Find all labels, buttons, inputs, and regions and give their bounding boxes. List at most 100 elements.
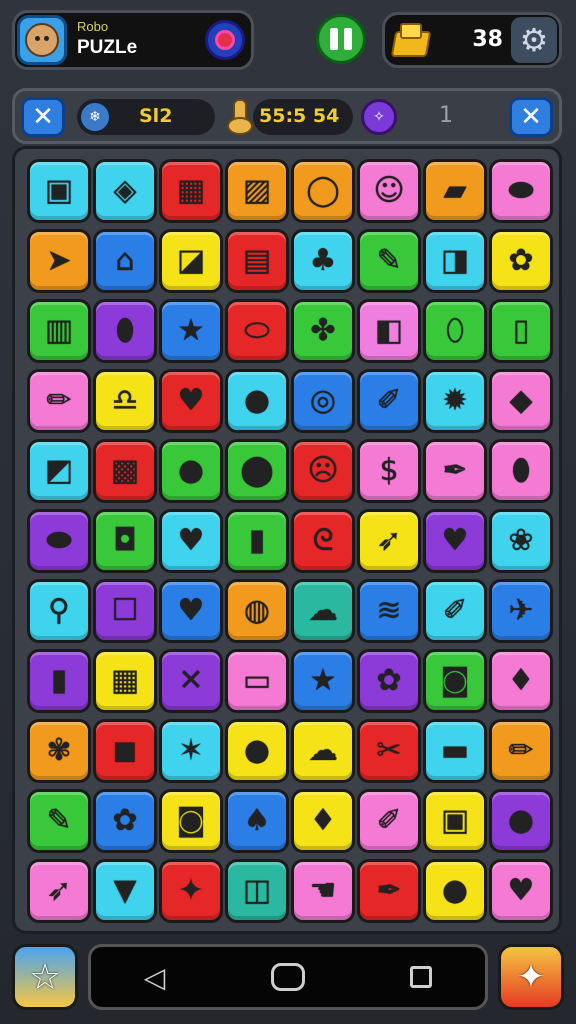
tile[interactable]: ◎: [291, 369, 355, 433]
tile[interactable]: ◈: [93, 159, 157, 223]
tile[interactable]: ★: [159, 299, 223, 363]
tile[interactable]: ➶: [27, 859, 91, 923]
tile[interactable]: ➶: [357, 509, 421, 573]
tile[interactable]: ◙: [159, 789, 223, 853]
tile[interactable]: ♥: [159, 369, 223, 433]
tile[interactable]: ◍: [225, 579, 289, 643]
tile[interactable]: ♎: [93, 369, 157, 433]
tile[interactable]: ✏: [27, 369, 91, 433]
tile[interactable]: ♦: [291, 789, 355, 853]
tile[interactable]: ♣: [291, 229, 355, 293]
tile[interactable]: ✎: [357, 229, 421, 293]
tile[interactable]: ✂: [357, 719, 421, 783]
tile[interactable]: ☁: [291, 719, 355, 783]
tile[interactable]: ▤: [225, 229, 289, 293]
tile[interactable]: ▦: [93, 649, 157, 713]
tile[interactable]: ◨: [423, 229, 487, 293]
tile[interactable]: ◼: [93, 719, 157, 783]
tile[interactable]: ✿: [489, 229, 553, 293]
tile[interactable]: ●: [423, 859, 487, 923]
tile[interactable]: ⬮: [93, 299, 157, 363]
back-icon[interactable]: ◁: [144, 961, 166, 994]
pause-button[interactable]: [316, 14, 366, 64]
tile[interactable]: ⬤: [225, 439, 289, 503]
tile[interactable]: ✒: [423, 439, 487, 503]
tile[interactable]: ✏: [489, 719, 553, 783]
tile[interactable]: ⬯: [423, 299, 487, 363]
tile[interactable]: ✕: [159, 649, 223, 713]
tile[interactable]: ▼: [93, 859, 157, 923]
tile[interactable]: ✶: [159, 719, 223, 783]
tile[interactable]: ✹: [423, 369, 487, 433]
tile[interactable]: ▩: [93, 439, 157, 503]
tile[interactable]: ◆: [489, 369, 553, 433]
tile[interactable]: ◘: [93, 509, 157, 573]
tile[interactable]: ▬: [423, 719, 487, 783]
tile[interactable]: ☺: [357, 159, 421, 223]
avatar[interactable]: [17, 15, 67, 65]
tile[interactable]: ◙: [423, 649, 487, 713]
tile[interactable]: ⬮: [489, 439, 553, 503]
tile[interactable]: ⬬: [489, 159, 553, 223]
home-icon[interactable]: [270, 963, 305, 991]
tile[interactable]: ♥: [159, 509, 223, 573]
tile[interactable]: ☚: [291, 859, 355, 923]
star-button[interactable]: ☆: [12, 944, 78, 1010]
tile[interactable]: ✐: [423, 579, 487, 643]
tile[interactable]: ☁: [291, 579, 355, 643]
tile[interactable]: ●: [159, 439, 223, 503]
tile[interactable]: ▮: [27, 649, 91, 713]
tile[interactable]: ⬭: [225, 299, 289, 363]
tile[interactable]: ♥: [159, 579, 223, 643]
tile[interactable]: ⌂: [93, 229, 157, 293]
tile[interactable]: ▥: [27, 299, 91, 363]
tile[interactable]: ♥: [423, 509, 487, 573]
tile[interactable]: ➤: [27, 229, 91, 293]
close-left-button[interactable]: ✕: [21, 97, 65, 137]
tile[interactable]: ✐: [357, 789, 421, 853]
tile[interactable]: ✈: [489, 579, 553, 643]
tile[interactable]: ✤: [291, 299, 355, 363]
tile[interactable]: ✐: [357, 369, 421, 433]
tile[interactable]: ▭: [225, 649, 289, 713]
tile[interactable]: ◯: [291, 159, 355, 223]
gem-button[interactable]: [205, 20, 245, 60]
tile[interactable]: ✎: [27, 789, 91, 853]
tile[interactable]: ●: [225, 719, 289, 783]
tile[interactable]: ⚲: [27, 579, 91, 643]
tile[interactable]: ♥: [489, 859, 553, 923]
tile[interactable]: ♦: [489, 649, 553, 713]
tile[interactable]: ❀: [489, 509, 553, 573]
tile[interactable]: ▦: [159, 159, 223, 223]
purple-coin-icon[interactable]: ✧: [361, 99, 397, 135]
tile[interactable]: ✿: [93, 789, 157, 853]
tile[interactable]: ◪: [159, 229, 223, 293]
tile[interactable]: ▮: [225, 509, 289, 573]
tile[interactable]: ▰: [423, 159, 487, 223]
tile[interactable]: ☐: [93, 579, 157, 643]
recents-icon[interactable]: [410, 966, 433, 988]
tile[interactable]: ▯: [489, 299, 553, 363]
tile[interactable]: ☹: [291, 439, 355, 503]
settings-button[interactable]: ⚙: [511, 17, 557, 63]
tile[interactable]: ▨: [225, 159, 289, 223]
tile[interactable]: ▣: [27, 159, 91, 223]
tile[interactable]: $: [357, 439, 421, 503]
booster-button[interactable]: ✦: [498, 944, 564, 1010]
tile[interactable]: ᘓ: [291, 509, 355, 573]
tile[interactable]: ◫: [225, 859, 289, 923]
tile[interactable]: ◩: [27, 439, 91, 503]
tile[interactable]: ✾: [27, 719, 91, 783]
tile[interactable]: ▣: [423, 789, 487, 853]
tile[interactable]: ✦: [159, 859, 223, 923]
profile-panel[interactable]: Robo PUZLe: [12, 10, 254, 70]
tile[interactable]: ⬬: [27, 509, 91, 573]
tile[interactable]: ✿: [357, 649, 421, 713]
tile[interactable]: ★: [291, 649, 355, 713]
close-right-button[interactable]: ✕: [509, 97, 553, 137]
tile[interactable]: ●: [489, 789, 553, 853]
tile[interactable]: ♠: [225, 789, 289, 853]
tile[interactable]: ●: [225, 369, 289, 433]
tile[interactable]: ◧: [357, 299, 421, 363]
tile[interactable]: ✒: [357, 859, 421, 923]
